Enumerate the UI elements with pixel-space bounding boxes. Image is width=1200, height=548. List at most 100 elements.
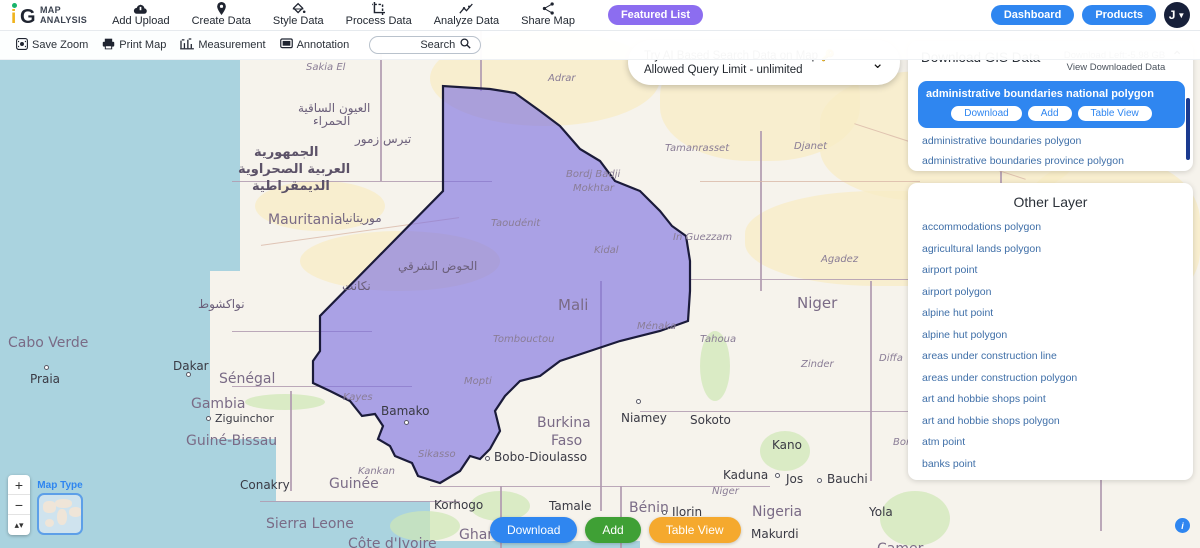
nav-item-create-data[interactable]: Create Data xyxy=(181,0,262,31)
user-avatar[interactable]: J ▼ xyxy=(1164,2,1190,28)
city-marker xyxy=(636,399,641,404)
city-marker xyxy=(775,473,780,478)
share-icon xyxy=(542,2,555,15)
gis-layer-item[interactable]: administrative boundaries province polyg… xyxy=(908,148,1193,168)
annotation-icon xyxy=(279,37,293,53)
dashboard-button[interactable]: Dashboard xyxy=(990,5,1075,25)
brand-logo[interactable]: i G MAP ANALYSIS xyxy=(9,2,87,28)
table-view-button[interactable]: Table View xyxy=(648,517,741,543)
nav-label: Analyze Data xyxy=(433,15,500,27)
search-input[interactable]: Search xyxy=(369,36,482,54)
nav-item-process-data[interactable]: Process Data xyxy=(335,0,423,31)
city-marker xyxy=(817,478,822,483)
view-downloaded-data-link[interactable]: View Downloaded Data xyxy=(1064,62,1166,74)
layer-table-view-button[interactable]: Table View xyxy=(1077,106,1152,121)
logo-letter-i: i xyxy=(11,7,17,28)
city-marker xyxy=(404,420,409,425)
featured-list-button[interactable]: Featured List xyxy=(607,5,704,25)
list-item[interactable]: alpine hut polygon xyxy=(922,325,1193,347)
selected-layer-actions: Download Add Table View xyxy=(926,106,1177,121)
measure-icon xyxy=(180,37,195,53)
city-marker xyxy=(206,416,211,421)
list-item[interactable]: agricultural lands polygon xyxy=(922,239,1193,261)
list-item[interactable]: alpine hut point xyxy=(922,303,1193,325)
layer-add-button[interactable]: Add xyxy=(1027,106,1072,121)
list-item[interactable]: banks point xyxy=(922,454,1193,476)
toolbar-label: Save Zoom xyxy=(32,39,89,51)
chart-line-icon xyxy=(459,2,474,15)
nav-item-share-map[interactable]: Share Map xyxy=(510,0,586,31)
selected-layer-name: administrative boundaries national polyg… xyxy=(926,88,1154,100)
nav-label: Add Upload xyxy=(112,15,170,27)
layer-download-button[interactable]: Download xyxy=(951,106,1022,121)
toolbar-label: Measurement xyxy=(198,39,266,51)
compass-button[interactable]: ▴▾ xyxy=(8,515,30,535)
list-item[interactable]: art and hobbie shops point xyxy=(922,389,1193,411)
list-item[interactable]: banks polygon xyxy=(922,475,1193,480)
logo-icon: i G xyxy=(9,2,39,28)
city-marker xyxy=(44,365,49,370)
download-gis-data-panel: Download GIS Data Download Left:-5.98 GB… xyxy=(908,41,1193,171)
gis-layer-item[interactable]: administrative boundaries polygon xyxy=(908,128,1193,148)
nav-label: Process Data xyxy=(345,15,412,27)
list-item[interactable]: atm point xyxy=(922,432,1193,454)
thumb-land-shape xyxy=(55,499,72,508)
zoom-controls: + − ▴▾ xyxy=(8,475,30,535)
main-nav: Add Upload Create Data Style Data Proces… xyxy=(101,0,586,31)
info-button[interactable]: i xyxy=(1175,518,1190,533)
avatar-initial: J xyxy=(1168,8,1176,22)
crosshair-icon xyxy=(16,37,28,53)
nav-label: Create Data xyxy=(191,15,251,27)
zoom-in-button[interactable]: + xyxy=(8,475,30,495)
map-pin-icon xyxy=(216,2,227,15)
thumb-land-shape xyxy=(69,507,81,517)
print-map-button[interactable]: Print Map xyxy=(102,38,166,53)
annotation-button[interactable]: Annotation xyxy=(279,37,350,53)
ai-search-line-2: Allowed Query Limit - unlimited xyxy=(644,63,803,76)
map-type-selector[interactable]: Map Type xyxy=(37,480,83,535)
nav-item-add-upload[interactable]: Add Upload xyxy=(101,0,181,31)
header-actions: Dashboard Products J ▼ xyxy=(990,2,1190,28)
city-marker xyxy=(662,510,667,515)
brand-text: MAP ANALYSIS xyxy=(39,5,87,25)
other-layer-list: accommodations polygon agricultural land… xyxy=(908,217,1193,480)
search-icon xyxy=(460,38,471,52)
crop-icon xyxy=(372,2,386,15)
save-zoom-button[interactable]: Save Zoom xyxy=(16,37,89,53)
logo-letter-g: G xyxy=(20,6,36,28)
brand-line-2: ANALYSIS xyxy=(40,15,88,25)
products-button[interactable]: Products xyxy=(1082,5,1156,25)
zoom-out-button[interactable]: − xyxy=(8,495,30,515)
thumb-land-shape xyxy=(45,519,54,527)
add-button[interactable]: Add xyxy=(585,517,641,543)
gis-panel-scrollbar[interactable] xyxy=(1186,98,1190,160)
map-toolbar: Save Zoom Print Map Measurement Annotati… xyxy=(0,31,1200,60)
brand-line-1: MAP xyxy=(40,5,61,15)
printer-icon xyxy=(102,38,115,53)
cloud-upload-icon xyxy=(133,2,148,15)
map-type-thumbnail xyxy=(37,493,83,535)
thumb-land-shape xyxy=(57,509,67,525)
list-item[interactable]: airport point xyxy=(922,260,1193,282)
list-item[interactable]: airport polygon xyxy=(922,282,1193,304)
toolbar-label: Annotation xyxy=(296,39,350,51)
download-button[interactable]: Download xyxy=(490,517,578,543)
nav-item-analyze-data[interactable]: Analyze Data xyxy=(423,0,510,31)
map-analysis-app: Adrar In Salah Tamanrasset Djanet Bordj … xyxy=(0,0,1200,548)
chevron-down-icon: ▼ xyxy=(1177,10,1186,20)
selected-layer-card[interactable]: administrative boundaries national polyg… xyxy=(918,81,1185,128)
measurement-button[interactable]: Measurement xyxy=(180,37,266,53)
toolbar-label: Print Map xyxy=(119,39,167,51)
other-layer-title: Other Layer xyxy=(1013,194,1088,210)
nav-label: Style Data xyxy=(272,15,324,27)
city-marker xyxy=(186,372,191,377)
list-item[interactable]: areas under construction line xyxy=(922,346,1193,368)
nav-item-style-data[interactable]: Style Data xyxy=(262,0,335,31)
app-header: i G MAP ANALYSIS Add Upload Create Data xyxy=(0,0,1200,31)
bottom-action-bar: Download Add Table View xyxy=(490,517,741,543)
list-item[interactable]: areas under construction polygon xyxy=(922,368,1193,390)
map-type-label: Map Type xyxy=(37,480,83,491)
list-item[interactable]: art and hobbie shops polygon xyxy=(922,411,1193,433)
other-layer-panel: Other Layer accommodations polygon agric… xyxy=(908,183,1193,480)
list-item[interactable]: accommodations polygon xyxy=(922,217,1193,239)
